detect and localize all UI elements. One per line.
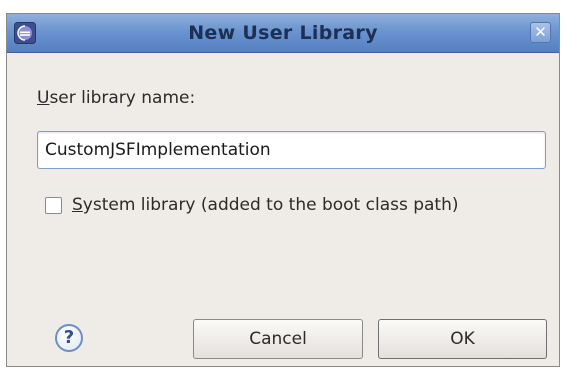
help-icon: ? (63, 327, 75, 348)
system-library-option[interactable]: System library (added to the boot class … (45, 193, 459, 217)
library-name-label-mnemonic: U (37, 88, 50, 108)
system-library-label-mnemonic: S (72, 195, 83, 215)
system-library-label[interactable]: System library (added to the boot class … (72, 195, 459, 215)
library-name-label-text: ser library name: (49, 88, 196, 108)
ok-button[interactable]: OK (378, 319, 547, 359)
library-name-input[interactable] (37, 131, 546, 169)
cancel-button[interactable]: Cancel (193, 319, 363, 359)
dialog-title: New User Library (188, 22, 378, 44)
close-button[interactable]: ✕ (530, 22, 551, 43)
help-button[interactable]: ? (55, 324, 83, 352)
title-bar[interactable]: New User Library ✕ (7, 14, 559, 53)
library-name-label: User library name: (37, 88, 195, 108)
close-icon: ✕ (534, 23, 547, 41)
system-library-label-text: ystem library (added to the boot class p… (82, 195, 459, 215)
system-library-checkbox[interactable] (45, 196, 62, 214)
new-user-library-dialog: New User Library ✕ User library name: Sy… (6, 13, 560, 367)
